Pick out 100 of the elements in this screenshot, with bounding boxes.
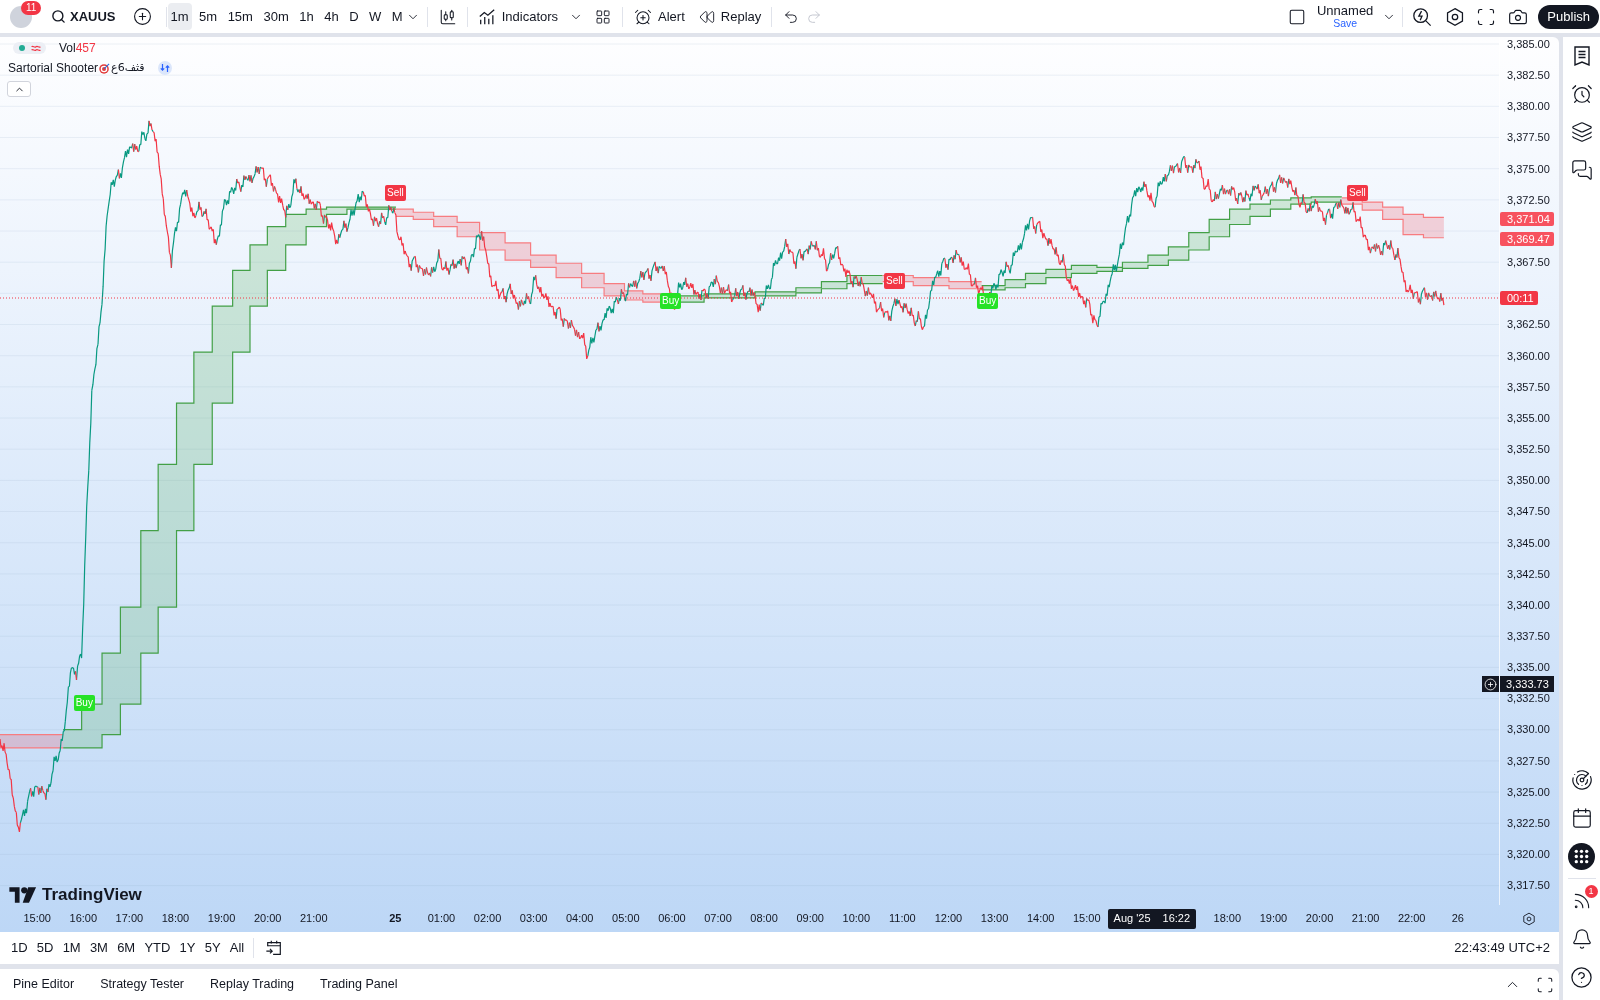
time-label: 16:00: [69, 911, 98, 927]
time-label: 19:00: [1259, 911, 1288, 927]
time-label: 11:00: [889, 911, 916, 927]
interval-button[interactable]: 30m: [260, 3, 292, 30]
time-label: 15:00: [23, 911, 51, 927]
alarm-clock-icon: [634, 7, 653, 26]
market-status-pill[interactable]: [13, 42, 46, 54]
panel-tab[interactable]: Strategy Tester: [100, 975, 184, 994]
symbol-search-button[interactable]: XAUUS: [51, 6, 116, 27]
interval-button[interactable]: 1m: [167, 3, 192, 30]
save-link[interactable]: Save: [1333, 18, 1358, 29]
price-label: 3,337.50: [1507, 628, 1550, 643]
price-label: 3,327.50: [1507, 753, 1550, 768]
price-label: 3,377.50: [1507, 130, 1550, 145]
indicator-name[interactable]: Sartorial Shooter: [8, 61, 99, 75]
panel-tab[interactable]: Trading Panel: [320, 975, 398, 994]
chat-icon[interactable]: [1570, 159, 1593, 181]
price-tag: 3,369.47: [1500, 231, 1554, 246]
range-button[interactable]: 1M: [62, 938, 81, 958]
calendar-arrow-icon[interactable]: [265, 939, 284, 957]
range-button[interactable]: YTD: [144, 938, 171, 958]
time-label: 04:00: [565, 911, 594, 927]
notification-badge: 11: [21, 0, 42, 15]
candlestick-icon[interactable]: [438, 7, 457, 26]
time-label: 18:00: [1213, 911, 1242, 927]
grid-icon[interactable]: [595, 8, 612, 25]
price-label: 3,347.50: [1507, 504, 1550, 519]
crosshair-price-tag: 3,333.73: [1500, 676, 1554, 692]
time-label: 10:00: [842, 911, 871, 927]
time-label: 15:00: [1073, 911, 1101, 927]
logo-text: TradingView: [42, 885, 142, 905]
price-label: 3,382.50: [1507, 68, 1550, 83]
interval-button[interactable]: M: [388, 3, 406, 30]
target-icon: [99, 62, 111, 74]
range-button[interactable]: All: [229, 938, 245, 958]
bell-icon[interactable]: [1570, 928, 1593, 950]
radar-icon[interactable]: [1570, 769, 1593, 791]
range-button[interactable]: 1Y: [179, 938, 196, 958]
interval-button[interactable]: D: [346, 3, 362, 30]
indicators-button[interactable]: Indicators: [477, 6, 559, 27]
fullscreen-icon[interactable]: [1476, 6, 1497, 27]
replay-button[interactable]: Replay: [698, 6, 762, 27]
price-label: 3,380.00: [1507, 99, 1550, 114]
plus-circle-icon: [1484, 677, 1497, 691]
alert-button[interactable]: Alert: [634, 6, 685, 27]
add-symbol-icon[interactable]: [132, 7, 152, 26]
panel-tab[interactable]: Pine Editor: [13, 975, 75, 994]
crosshair-date: Aug '25: [1113, 911, 1151, 927]
sell-signal-label: Sell: [1347, 185, 1368, 201]
interval-button[interactable]: 5m: [196, 3, 221, 30]
apps-grid-icon[interactable]: [1568, 842, 1595, 870]
undo-icon[interactable]: [783, 8, 800, 25]
range-button[interactable]: 1D: [11, 938, 28, 958]
time-label: 17:00: [115, 911, 144, 927]
price-label: 3,340.00: [1507, 597, 1550, 612]
clock-time[interactable]: 22:43:49 UTC+2: [1454, 938, 1550, 958]
layout-name[interactable]: Unnamed: [1317, 4, 1374, 18]
price-label: 3,320.00: [1507, 847, 1550, 862]
layers-icon[interactable]: [1570, 121, 1593, 143]
alarm-clock-icon[interactable]: [1570, 83, 1593, 105]
time-label: 01:00: [427, 911, 456, 927]
quick-search-icon[interactable]: [1412, 6, 1433, 27]
interval-button[interactable]: 1h: [296, 3, 317, 30]
volume-value: 457: [75, 42, 96, 54]
time-label: 26: [1451, 911, 1464, 927]
price-label: 3,332.50: [1507, 691, 1550, 706]
time-label: 03:00: [519, 911, 548, 927]
price-label: 3,355.00: [1507, 410, 1550, 425]
time-label: 02:00: [473, 911, 502, 927]
calendar-icon[interactable]: [1570, 807, 1593, 829]
range-button[interactable]: 6M: [117, 938, 136, 958]
time-label: 21:00: [1351, 911, 1380, 927]
publish-button[interactable]: Publish: [1538, 4, 1599, 29]
time-label: 07:00: [704, 911, 732, 927]
range-button[interactable]: 5Y: [204, 938, 221, 958]
time-label: 13:00: [980, 911, 1009, 927]
crosshair-plus-button[interactable]: [1482, 676, 1499, 692]
panel-tab[interactable]: Replay Trading: [210, 975, 295, 994]
help-icon[interactable]: [1570, 965, 1593, 989]
rewind-icon: [698, 8, 715, 25]
interval-button[interactable]: 15m: [224, 3, 256, 30]
price-tag: 00:11: [1500, 291, 1538, 306]
time-label: 18:00: [161, 911, 190, 927]
price-label: 3,357.50: [1507, 379, 1550, 394]
buy-signal-label: Buy: [660, 293, 682, 309]
maximize-icon[interactable]: [1536, 975, 1554, 994]
settings-icon[interactable]: [1522, 911, 1536, 926]
range-button[interactable]: 5D: [36, 938, 54, 958]
range-button[interactable]: 3M: [89, 938, 108, 958]
time-label: 20:00: [253, 911, 282, 927]
price-label: 3,322.50: [1507, 815, 1550, 830]
volume-label: Vol: [59, 42, 76, 54]
price-label: 3,385.00: [1507, 37, 1550, 51]
interval-button[interactable]: 4h: [321, 3, 342, 30]
price-label: 3,367.50: [1507, 255, 1550, 270]
swap-arrows-icon[interactable]: [157, 61, 172, 75]
square-icon[interactable]: [1288, 7, 1306, 26]
time-label: 06:00: [658, 911, 686, 927]
interval-button[interactable]: W: [366, 3, 385, 30]
settings-icon[interactable]: [1445, 6, 1466, 27]
